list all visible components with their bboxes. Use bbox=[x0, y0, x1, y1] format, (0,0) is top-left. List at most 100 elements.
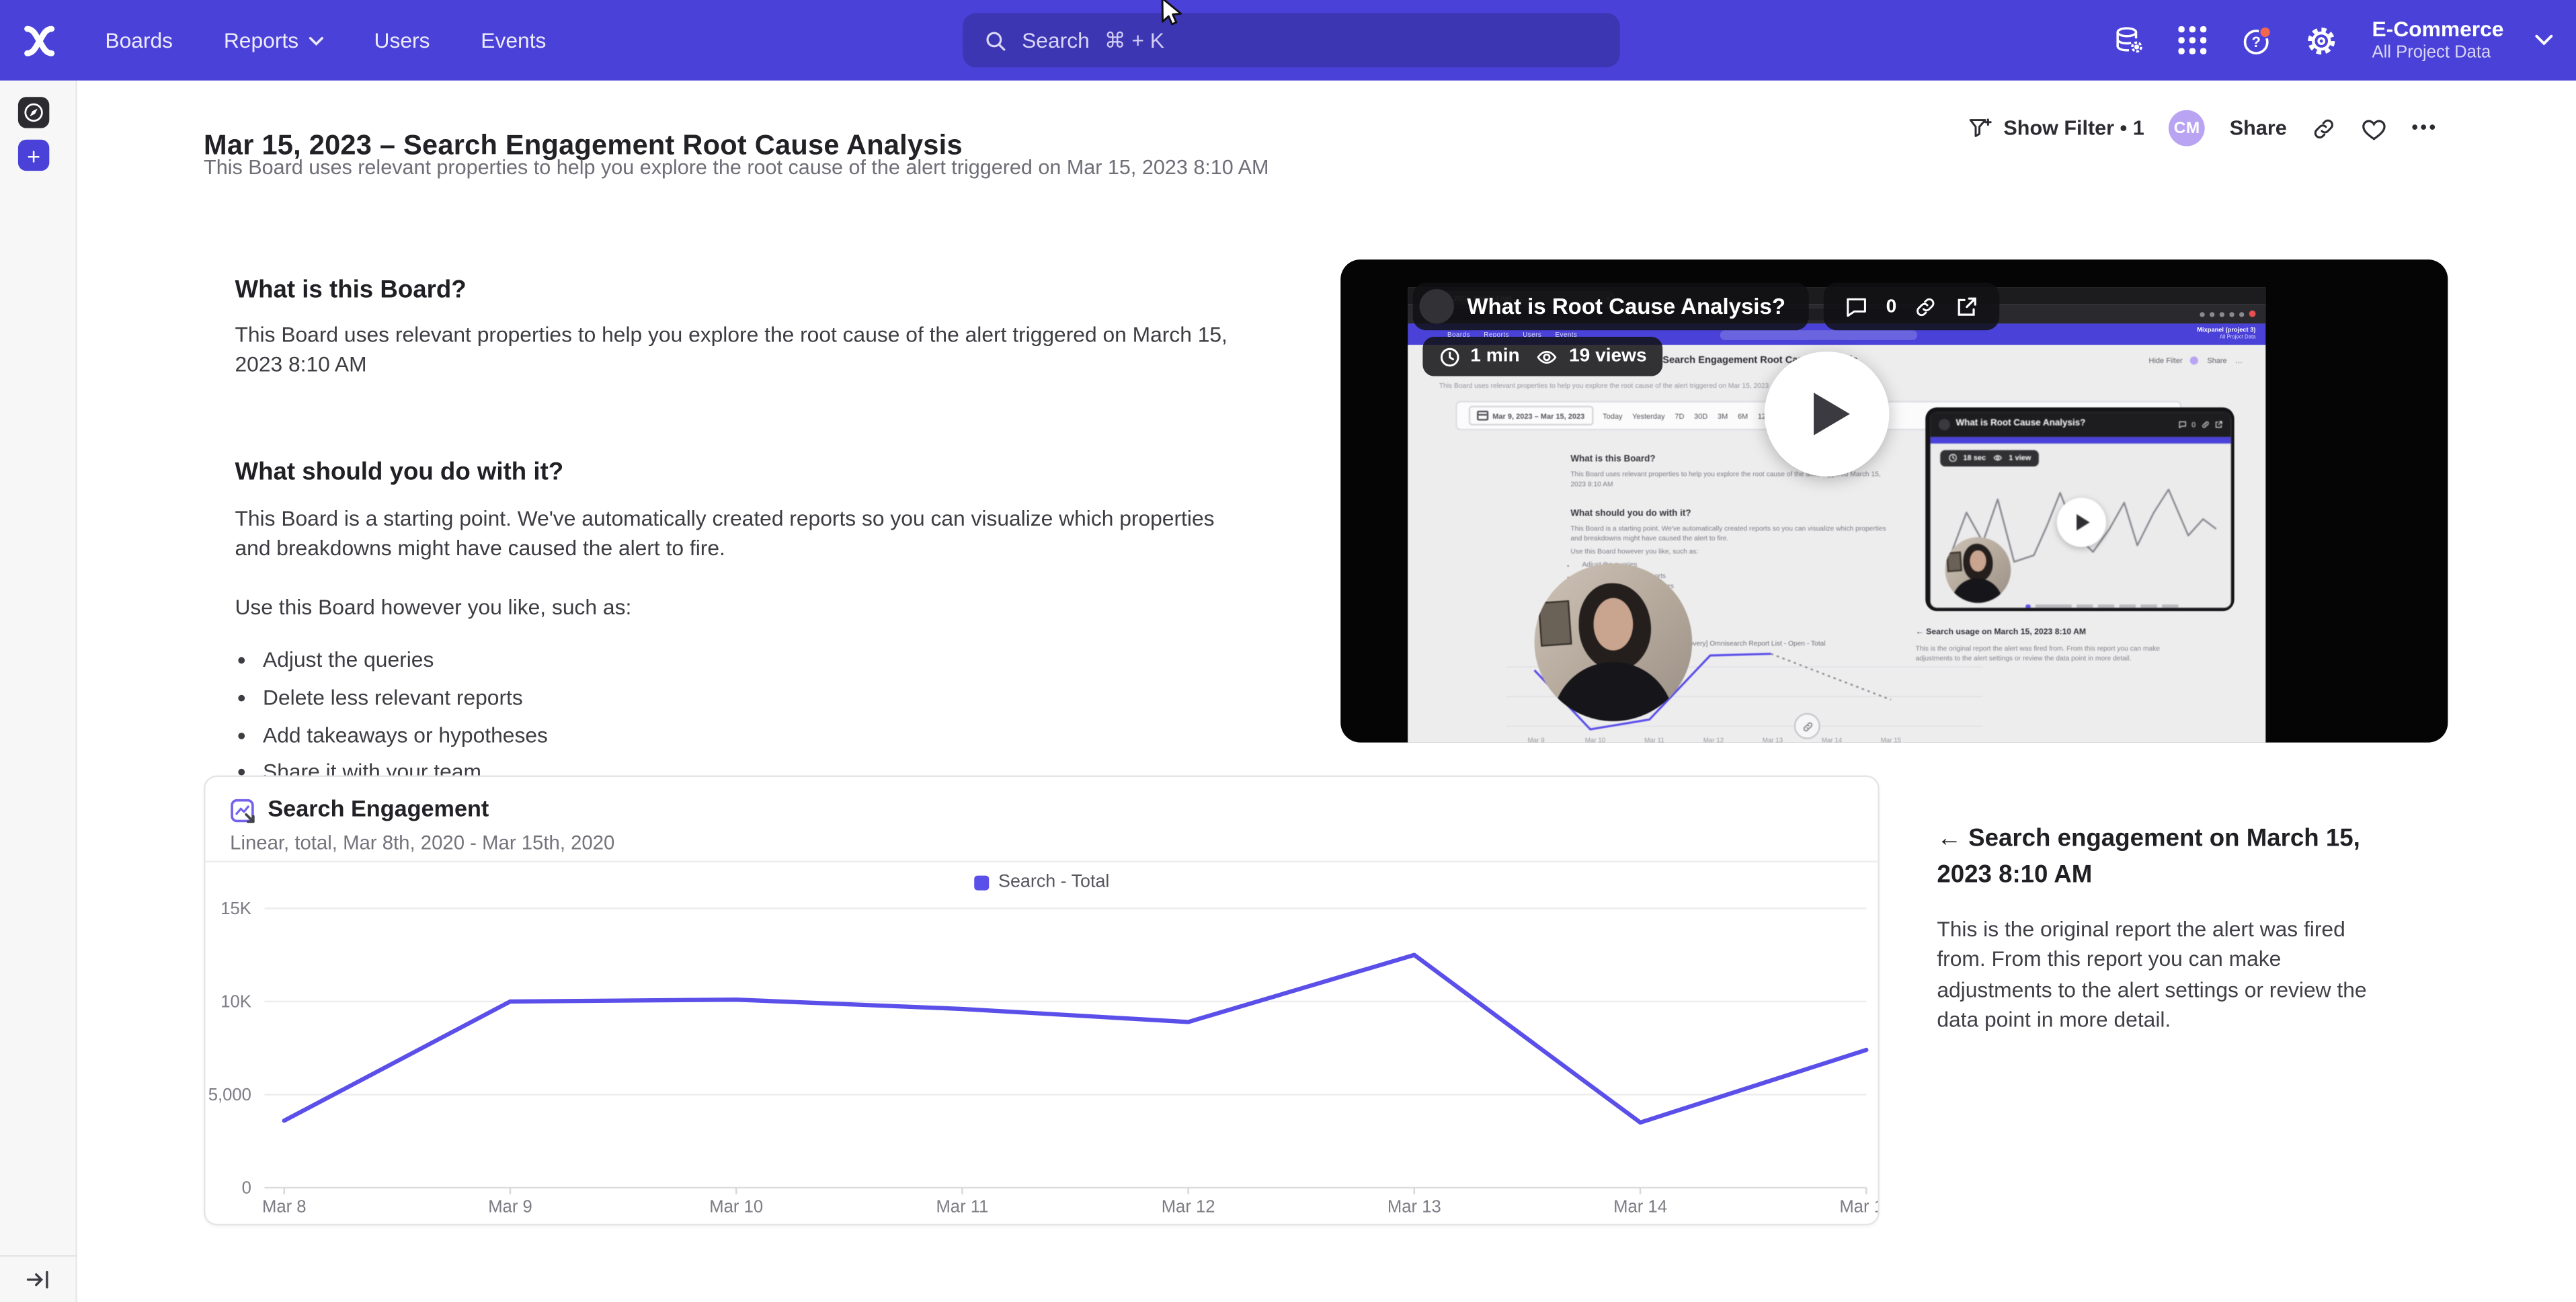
search-placeholder: Search bbox=[1022, 28, 1090, 53]
video-title: What is Root Cause Analysis? bbox=[1467, 294, 1785, 319]
svg-text:Mar 11: Mar 11 bbox=[936, 1198, 988, 1217]
svg-text:0: 0 bbox=[242, 1178, 251, 1197]
svg-text:Mar 12: Mar 12 bbox=[1162, 1198, 1215, 1217]
help-icon[interactable]: ? bbox=[2241, 24, 2273, 56]
svg-text:Mar 14: Mar 14 bbox=[1613, 1198, 1667, 1217]
video-meta-pill: 1 min 19 views bbox=[1422, 337, 1663, 376]
nested-video-header: What is Root Cause Analysis? 0 bbox=[1929, 411, 2230, 436]
new-board-button[interactable]: + bbox=[18, 140, 49, 171]
section-body-2: This Board is a starting point. We've au… bbox=[235, 504, 1244, 565]
nested-avatar bbox=[1938, 418, 1949, 430]
nested-play-button bbox=[2056, 497, 2105, 546]
recorded-board-actions: Hide Filter Share… bbox=[2149, 356, 2243, 364]
video-comment-count: 0 bbox=[1886, 296, 1897, 316]
more-menu-button[interactable]: ••• bbox=[2411, 118, 2438, 138]
svg-text:15K: 15K bbox=[220, 899, 251, 918]
left-rail: + bbox=[0, 81, 77, 1302]
recorded-aside-note: ← Search usage on March 15, 2023 8:10 AM… bbox=[1916, 628, 2165, 665]
video-title-pill: What is Root Cause Analysis? bbox=[1413, 282, 1808, 330]
data-management-icon[interactable] bbox=[2112, 24, 2145, 56]
nested-video-frame: What is Root Cause Analysis? 0 bbox=[1925, 407, 2234, 611]
expand-sidebar-button[interactable] bbox=[0, 1254, 75, 1302]
chevron-down-icon bbox=[309, 36, 323, 46]
aside-heading: ← Search engagement on March 15, 2023 8:… bbox=[1937, 821, 2380, 893]
video-actions-pill: 0 bbox=[1824, 282, 2000, 330]
comment-icon bbox=[2179, 419, 2187, 428]
nav-boards[interactable]: Boards bbox=[105, 28, 173, 53]
video-player[interactable]: Mar 15, 2023 - Search Enga...× Boards Re… bbox=[1340, 259, 2448, 743]
nested-video-meta: 18 sec 1 view bbox=[1939, 449, 2040, 465]
svg-text:Mar 9: Mar 9 bbox=[488, 1198, 532, 1217]
compass-icon bbox=[23, 102, 44, 124]
discover-boards-button[interactable] bbox=[18, 97, 49, 128]
search-input[interactable]: Search ⌘ + K bbox=[963, 13, 1620, 68]
share-button[interactable]: Share bbox=[2230, 117, 2287, 140]
board-actions: Show Filter • 1 CM Share ••• bbox=[1968, 110, 2438, 147]
aside-body: This is the original report the alert wa… bbox=[1937, 914, 2380, 1036]
svg-text:?: ? bbox=[2251, 33, 2260, 50]
video-view-count: 19 views bbox=[1569, 347, 1647, 366]
mixpanel-logo-icon[interactable] bbox=[22, 22, 58, 58]
list-item: Add takeaways or hypotheses bbox=[263, 721, 1244, 750]
aside-note: ← Search engagement on March 15, 2023 8:… bbox=[1937, 821, 2380, 1036]
project-scope: All Project Data bbox=[2372, 42, 2503, 62]
board-text-section: What is this Board? This Board uses rele… bbox=[235, 276, 1244, 795]
svg-text:10K: 10K bbox=[220, 993, 251, 1012]
show-filter-button[interactable]: Show Filter • 1 bbox=[1968, 116, 2144, 140]
expand-sidebar-icon bbox=[26, 1269, 49, 1289]
favorite-button[interactable] bbox=[2361, 116, 2387, 140]
search-icon bbox=[984, 29, 1007, 52]
section-heading-1: What is this Board? bbox=[235, 276, 1244, 304]
project-name: E-Commerce bbox=[2372, 18, 2503, 43]
report-card[interactable]: Search Engagement Linear, total, Mar 8th… bbox=[204, 776, 1880, 1226]
heart-icon bbox=[2361, 116, 2387, 140]
play-button[interactable] bbox=[1765, 352, 1890, 477]
clock-icon bbox=[1439, 345, 1461, 367]
mouse-cursor bbox=[1160, 0, 1188, 28]
recording-dot bbox=[2249, 311, 2256, 317]
external-link-icon[interactable] bbox=[1956, 295, 1978, 318]
list-item: Delete less relevant reports bbox=[263, 684, 1244, 713]
clock-icon bbox=[1947, 453, 1956, 462]
eye-icon bbox=[1535, 345, 1560, 367]
play-icon bbox=[1814, 393, 1850, 436]
plus-icon: + bbox=[27, 144, 40, 167]
section-body-3: Use this Board however you like, such as… bbox=[235, 593, 1244, 623]
link-icon bbox=[2201, 419, 2209, 428]
external-link-icon bbox=[2214, 419, 2222, 428]
nav-right-cluster: ? E-Commerce All Project Data bbox=[2112, 0, 2552, 81]
usage-list: Adjust the queries Delete less relevant … bbox=[235, 646, 1244, 788]
svg-text:Mar 13: Mar 13 bbox=[1387, 1198, 1441, 1217]
video-author-avatar bbox=[1420, 289, 1454, 323]
project-switcher[interactable]: E-Commerce All Project Data bbox=[2372, 18, 2503, 63]
link-icon bbox=[2311, 116, 2336, 140]
calendar-icon bbox=[1477, 410, 1488, 421]
apps-grid-icon[interactable] bbox=[2177, 24, 2210, 56]
settings-gear-icon[interactable] bbox=[2304, 24, 2337, 56]
top-nav: Boards Reports Users Events Search ⌘ + K bbox=[0, 0, 2576, 81]
primary-nav: Boards Reports Users Events bbox=[105, 28, 546, 53]
svg-text:Mar 8: Mar 8 bbox=[262, 1198, 307, 1217]
link-icon[interactable] bbox=[1915, 295, 1937, 318]
nav-users[interactable]: Users bbox=[374, 28, 430, 53]
svg-text:Mar 10: Mar 10 bbox=[709, 1198, 763, 1217]
nav-events[interactable]: Events bbox=[481, 28, 546, 53]
comment-icon[interactable] bbox=[1845, 295, 1867, 318]
nested-video-body: 18 sec 1 view bbox=[1929, 443, 2230, 607]
svg-text:Mar 15: Mar 15 bbox=[1839, 1198, 1878, 1217]
app-window: Boards Reports Users Events Search ⌘ + K bbox=[0, 0, 2576, 1302]
search-shortcut: ⌘ + K bbox=[1104, 27, 1164, 53]
browser-extension-icons bbox=[2200, 311, 2255, 317]
filter-funnel-icon bbox=[1968, 116, 1993, 140]
nav-reports[interactable]: Reports bbox=[224, 28, 323, 53]
recorded-copy-link-button bbox=[1794, 713, 1820, 739]
board-content: Mar 15, 2023 – Search Engagement Root Ca… bbox=[75, 81, 2576, 1302]
recorded-board-subtitle: This Board uses relevant properties to h… bbox=[1439, 381, 1769, 389]
avatar[interactable]: CM bbox=[2169, 110, 2205, 147]
project-chevron-icon[interactable] bbox=[2535, 34, 2553, 46]
section-heading-2: What should you do with it? bbox=[235, 458, 1244, 487]
eye-icon bbox=[1993, 453, 2003, 462]
list-item: Adjust the queries bbox=[263, 646, 1244, 676]
notification-dot bbox=[2259, 26, 2271, 37]
copy-link-button[interactable] bbox=[2311, 116, 2336, 140]
